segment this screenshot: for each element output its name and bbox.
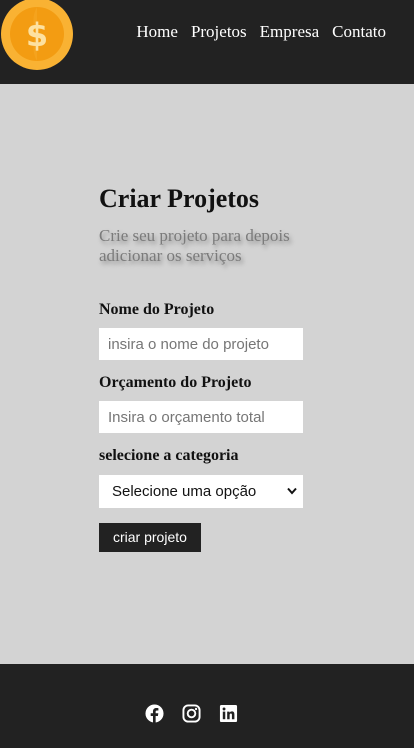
navbar: $ Home Projetos Empresa Contato xyxy=(0,0,414,84)
linkedin-icon[interactable] xyxy=(219,704,238,723)
nav-link-home[interactable]: Home xyxy=(136,22,178,42)
nav-menu: Home Projetos Empresa Contato xyxy=(136,22,386,42)
facebook-icon[interactable] xyxy=(145,704,164,723)
nav-link-empresa[interactable]: Empresa xyxy=(260,22,319,42)
category-label: selecione a categoria xyxy=(99,447,239,464)
chevron-down-icon xyxy=(287,487,297,495)
project-name-label: Nome do Projeto xyxy=(99,301,215,318)
instagram-icon[interactable] xyxy=(182,704,201,723)
project-budget-input[interactable] xyxy=(99,401,303,433)
main-content: Criar Projetos Crie seu projeto para dep… xyxy=(0,84,414,664)
project-name-input[interactable] xyxy=(99,328,303,360)
category-select[interactable]: Selecione uma opção xyxy=(99,475,303,508)
page-title: Criar Projetos xyxy=(99,184,260,213)
page-subtitle: Crie seu projeto para depois adicionar o… xyxy=(99,226,290,265)
project-budget-label: Orçamento do Projeto xyxy=(99,374,252,391)
nav-link-projetos[interactable]: Projetos xyxy=(191,22,247,42)
coin-dollar-icon[interactable]: $ xyxy=(1,0,73,72)
footer xyxy=(0,664,414,748)
nav-link-contato[interactable]: Contato xyxy=(332,22,386,42)
social-links xyxy=(145,704,238,723)
category-selected-value: Selecione uma opção xyxy=(112,483,257,500)
svg-text:$: $ xyxy=(26,16,48,54)
create-project-button[interactable]: criar projeto xyxy=(99,523,201,552)
create-project-form: Criar Projetos Crie seu projeto para dep… xyxy=(99,185,309,552)
